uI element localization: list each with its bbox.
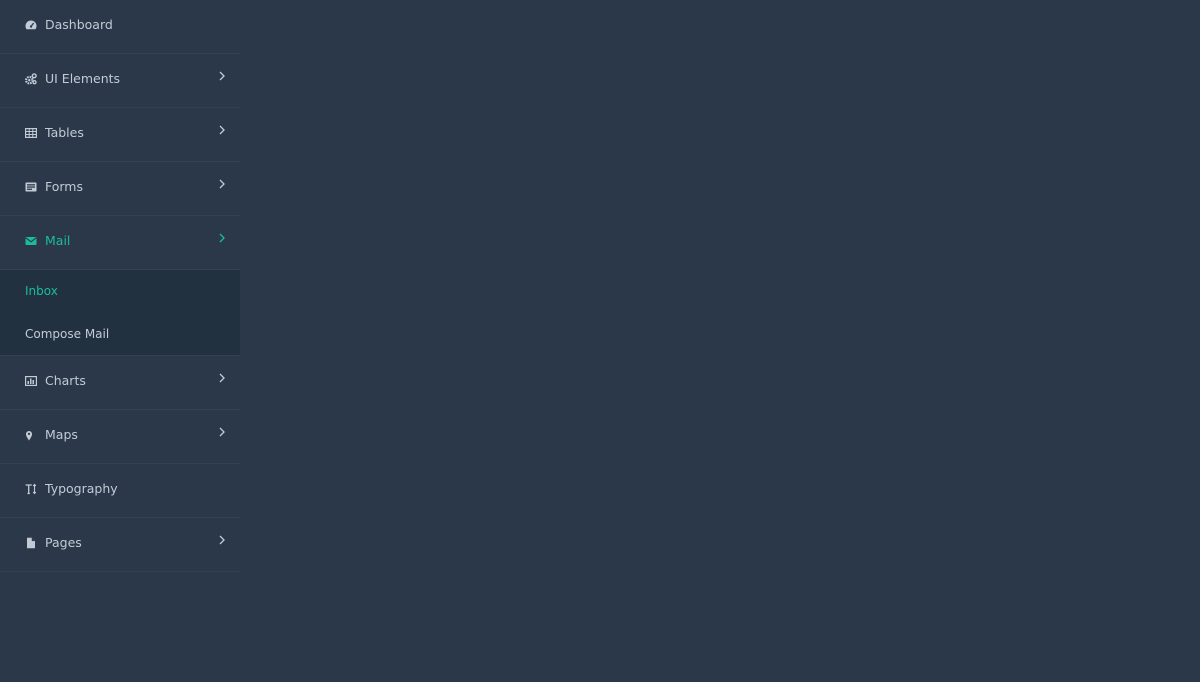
dashboard-icon xyxy=(25,19,37,31)
sidebar-item-label: Mail xyxy=(45,233,71,248)
table-icon xyxy=(25,127,37,139)
bar-chart-icon xyxy=(25,375,37,387)
sidebar-item-pages[interactable]: Pages xyxy=(0,518,240,572)
sidebar-item-label: Pages xyxy=(45,535,82,550)
chevron-right-icon xyxy=(219,71,225,81)
sidebar-item-label: Dashboard xyxy=(45,17,113,32)
chevron-right-icon xyxy=(219,179,225,189)
chevron-right-icon xyxy=(219,373,225,383)
forms-icon xyxy=(25,181,37,193)
cogs-icon xyxy=(25,73,37,85)
sidebar-item-label: Typography xyxy=(45,481,118,496)
sidebar-item-charts[interactable]: Charts xyxy=(0,356,240,410)
text-height-icon xyxy=(25,483,37,495)
chevron-right-icon xyxy=(219,233,225,243)
chevron-right-icon xyxy=(219,125,225,135)
sidebar-item-typography[interactable]: Typography xyxy=(0,464,240,518)
chevron-right-icon xyxy=(219,535,225,545)
sidebar-item-tables[interactable]: Tables xyxy=(0,108,240,162)
sidebar-item-label: Tables xyxy=(45,125,84,140)
sidebar-item-maps[interactable]: Maps xyxy=(0,410,240,464)
app: Dashboard UI Elements Tables Forms Mail … xyxy=(0,0,1200,682)
sidebar-item-ui-elements[interactable]: UI Elements xyxy=(0,54,240,108)
mail-submenu: Inbox Compose Mail xyxy=(0,270,240,356)
sidebar-item-mail[interactable]: Mail xyxy=(0,216,240,270)
sidebar-item-label: UI Elements xyxy=(45,71,121,86)
submenu-item-compose-mail[interactable]: Compose Mail xyxy=(25,326,109,342)
sidebar-item-forms[interactable]: Forms xyxy=(0,162,240,216)
map-marker-icon xyxy=(25,429,37,441)
sidebar-item-dashboard[interactable]: Dashboard xyxy=(0,0,240,54)
submenu-item-inbox[interactable]: Inbox xyxy=(25,283,58,299)
file-icon xyxy=(25,537,37,549)
sidebar-item-label: Charts xyxy=(45,373,86,388)
envelope-icon xyxy=(25,235,37,247)
chevron-right-icon xyxy=(219,427,225,437)
sidebar-item-label: Forms xyxy=(45,179,84,194)
main-content xyxy=(240,0,1200,682)
sidebar-item-label: Maps xyxy=(45,427,78,442)
sidebar: Dashboard UI Elements Tables Forms Mail … xyxy=(0,0,240,682)
